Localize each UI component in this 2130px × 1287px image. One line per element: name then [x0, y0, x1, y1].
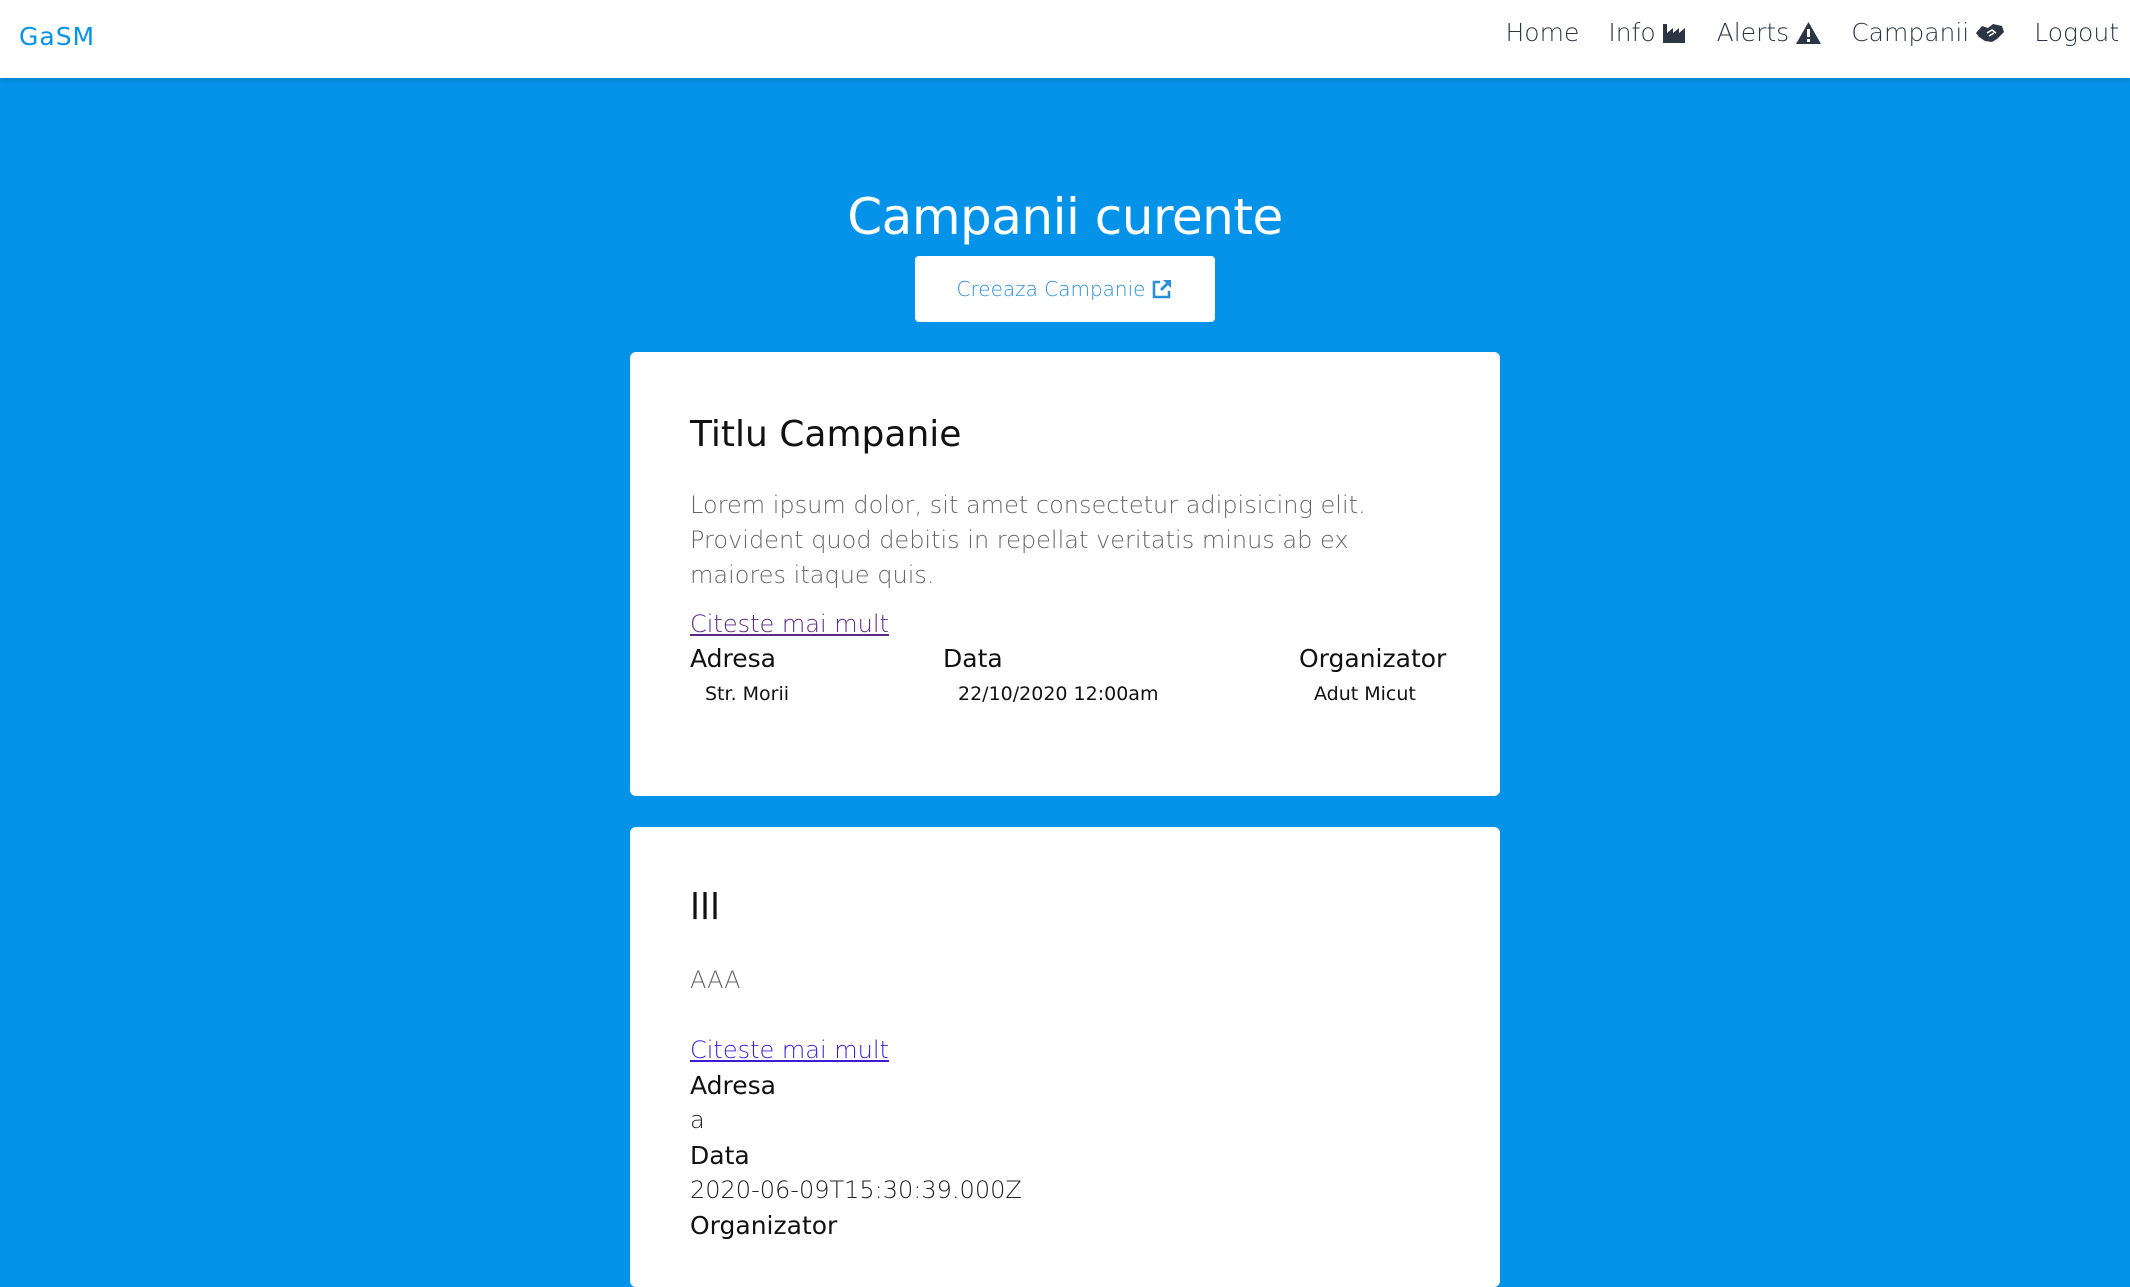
read-more-link[interactable]: Citeste mai mult [690, 610, 889, 638]
nav-alerts-label: Alerts [1716, 18, 1790, 47]
external-link-icon [1153, 280, 1172, 299]
page-title: Campanii curente [847, 188, 1283, 246]
nav-alerts[interactable]: Alerts [1717, 18, 1823, 47]
nav-logout[interactable]: Logout [2034, 18, 2119, 47]
date-label: Data [943, 644, 1003, 673]
date-label: Data [690, 1141, 750, 1170]
campaign-description: Lorem ipsum dolor, sit amet consectetur … [690, 491, 1366, 589]
read-more-link[interactable]: Citeste mai mult [690, 1036, 889, 1064]
organizer-column: Organizator Adut Micut [1299, 644, 1446, 705]
date-value: 2020-06-09T15:30:39.000Z [690, 1176, 1022, 1204]
campaign-title: lll [690, 887, 721, 928]
address-column: Adresa Str. Morii [690, 644, 789, 705]
nav-campaigns[interactable]: Campanii [1851, 18, 2005, 47]
campaign-description: AAA [690, 966, 741, 994]
organizer-label: Organizator [1299, 644, 1447, 673]
create-campaign-button[interactable]: Creeaza Campanie [915, 256, 1215, 322]
main-content: Campanii curente Creeaza Campanie Titlu … [0, 78, 2130, 1287]
organizer-label: Organizator [690, 1211, 838, 1240]
date-value: 22/10/2020 12:00am [958, 683, 1159, 705]
address-value: Str. Morii [705, 683, 790, 705]
nav-home-label: Home [1505, 18, 1580, 47]
address-label: Adresa [690, 1071, 776, 1100]
address-value: a [690, 1106, 705, 1134]
nav-info[interactable]: Info [1608, 18, 1687, 47]
brand-logo[interactable]: GaSM [19, 22, 95, 51]
address-label: Adresa [690, 644, 776, 673]
warning-icon [1796, 21, 1822, 44]
nav-logout-label: Logout [2034, 18, 2119, 47]
nav-home[interactable]: Home [1506, 18, 1580, 47]
nav-campaigns-label: Campanii [1851, 18, 1970, 47]
handshake-icon [1976, 23, 2005, 42]
nav-info-label: Info [1608, 18, 1656, 47]
create-campaign-label: Creeaza Campanie [956, 277, 1146, 301]
campaign-card: lll AAA Citeste mai mult Adresa a Data 2… [630, 827, 1500, 1287]
nav-links: Home Info Alerts Campanii Logout [1506, 18, 2120, 47]
navbar: GaSM Home Info Alerts Campanii Logout [0, 0, 2130, 78]
campaign-title: Titlu Campanie [690, 414, 962, 455]
date-column: Data 22/10/2020 12:00am [943, 644, 1158, 705]
organizer-value: Adut Micut [1314, 683, 1416, 705]
industry-icon [1662, 23, 1685, 43]
campaign-card: Titlu Campanie Lorem ipsum dolor, sit am… [630, 352, 1500, 796]
